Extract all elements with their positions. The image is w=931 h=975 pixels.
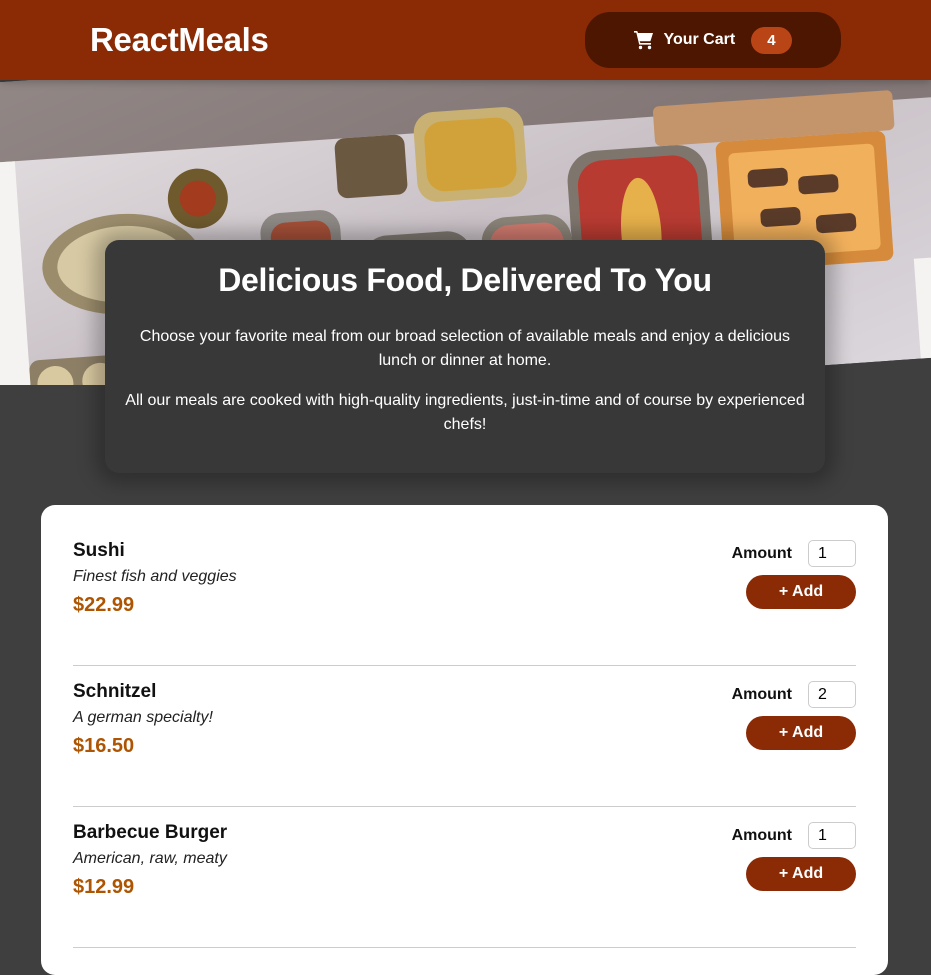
meal-name: Barbecue Burger [73,822,228,843]
amount-label: Amount [731,826,792,844]
amount-label: Amount [731,685,792,703]
summary-paragraph-2: All our meals are cooked with high-quali… [125,392,805,433]
meal-price: $16.50 [73,735,135,757]
meal-name: Schnitzel [73,681,157,702]
amount-input[interactable] [808,681,856,708]
cart-button[interactable]: Your Cart 4 [585,12,841,68]
meals-list: Sushi Finest fish and veggies $22.99 Amo… [41,505,888,975]
meal-form: Amount + Add [732,540,856,665]
add-button[interactable]: + Add [746,716,856,750]
add-button[interactable]: + Add [746,575,856,609]
meal-description: American, raw, meaty [73,850,227,867]
meal-item: Sushi Finest fish and veggies $22.99 Amo… [73,525,856,666]
amount-row: Amount [732,822,856,849]
meal-description: Finest fish and veggies [73,568,237,585]
amount-row: Amount [732,681,856,708]
cart-label: Your Cart [663,31,736,48]
header: ReactMeals Your Cart 4 [0,0,931,80]
amount-input[interactable] [808,540,856,567]
meal-name: Sushi [73,540,125,561]
meal-info: Barbecue Burger American, raw, meaty $12… [73,822,227,947]
meal-description: A german specialty! [73,709,213,726]
meal-item: Schnitzel A german specialty! $16.50 Amo… [73,666,856,807]
cart-count-badge: 4 [751,26,792,54]
meal-info: Sushi Finest fish and veggies $22.99 [73,540,237,665]
meal-info: Schnitzel A german specialty! $16.50 [73,681,213,806]
summary-card: Delicious Food, Delivered To You Choose … [105,240,825,473]
meal-form: Amount + Add [732,822,856,947]
add-button[interactable]: + Add [746,857,856,891]
summary-title: Delicious Food, Delivered To You [218,262,712,298]
logo: ReactMeals [90,21,269,58]
summary-paragraph-1: Choose your favorite meal from our broad… [139,328,791,369]
meal-item: Barbecue Burger American, raw, meaty $12… [73,807,856,948]
amount-row: Amount [732,540,856,567]
meal-price: $22.99 [73,594,135,616]
meal-form: Amount + Add [732,681,856,806]
shopping-cart-icon [634,30,654,50]
meal-price: $12.99 [73,876,135,898]
amount-label: Amount [731,544,792,562]
amount-input[interactable] [808,822,856,849]
